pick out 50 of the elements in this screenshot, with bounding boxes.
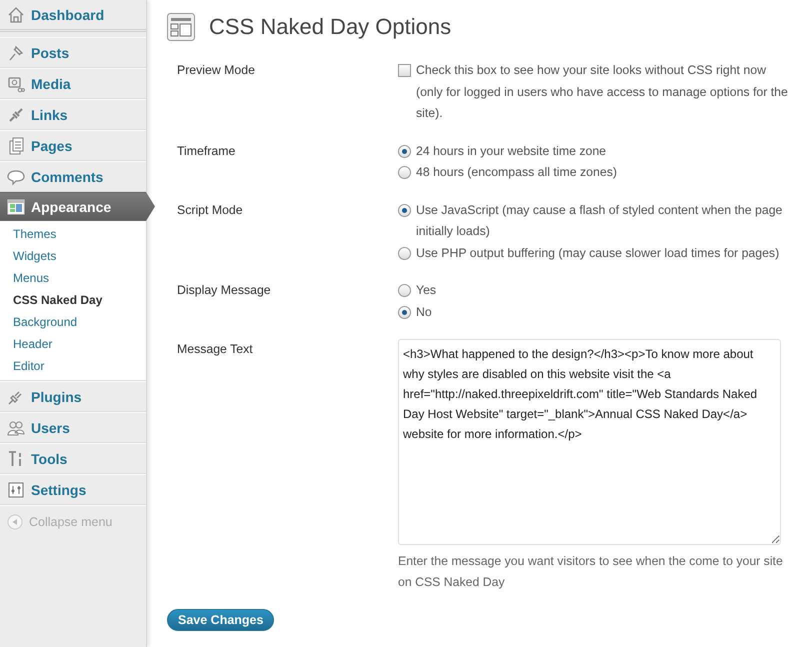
menu-item[interactable]: Settings <box>0 474 146 505</box>
checkbox[interactable] <box>398 64 411 77</box>
field-label: Timeframe <box>177 142 236 160</box>
submenu-item[interactable]: Themes <box>0 223 146 245</box>
layout-icon <box>7 198 25 216</box>
option-label: Use PHP output buffering (may cause slower load times for pages) <box>416 244 780 262</box>
option-label: Yes <box>416 282 436 299</box>
field-label: Script Mode <box>177 202 244 218</box>
radio-button[interactable] <box>398 166 411 179</box>
sliders-icon <box>7 480 25 498</box>
option-label: 24 hours in your website time zone <box>416 142 606 160</box>
submenu-item[interactable]: CSS Naked Day <box>0 289 146 311</box>
menu-item[interactable]: Appearance <box>0 192 155 221</box>
submenu-item[interactable]: Background <box>0 311 146 333</box>
message-textarea[interactable]: <h3>What happened to the design?</h3><p>To know more about why styles are disabled on this website visit the <a href="http://naked.threepixeldrift.com" title="Web Standards Naked Day Host Website" target="_blank">Annual CSS Naked Day</a> website for more information.</p> <box>398 339 781 545</box>
menu-item[interactable]: Pages <box>0 130 146 161</box>
people-icon <box>7 418 25 436</box>
menu-item[interactable]: Tools <box>0 443 146 474</box>
menu-item[interactable]: Links <box>0 99 146 130</box>
option-label: Check this box to see how your site looks without CSS right now (only for logged in users who have access to manage options for the site). <box>416 62 789 122</box>
field-description: Enter the message you want visitors to see when the come to your site on CSS Naked Day <box>398 553 784 591</box>
option-label: Use JavaScript (may cause a flash of styled content when the page initially loads) <box>416 202 784 240</box>
submenu-item[interactable]: Editor <box>0 355 146 377</box>
speech-bubble-icon <box>7 168 25 186</box>
menu-item[interactable]: Posts <box>0 37 146 68</box>
option-label: No <box>416 304 432 320</box>
field-label: Message Text <box>177 341 254 358</box>
menu-item[interactable]: Users <box>0 412 146 443</box>
radio-button[interactable] <box>398 246 411 260</box>
collapse-label: Collapse menu <box>29 515 112 529</box>
option-label: 48 hours (encompass all time zones) <box>416 164 617 181</box>
submenu-item[interactable]: Header <box>0 333 146 355</box>
radio-button[interactable] <box>398 144 411 158</box>
submenu-item[interactable]: Menus <box>0 267 146 289</box>
menu-item[interactable]: Dashboard <box>0 0 146 32</box>
field-label: Display Message <box>177 282 272 299</box>
radio-button[interactable] <box>398 204 411 216</box>
document-icon <box>7 136 25 154</box>
layout-icon <box>167 13 195 41</box>
camera-icon <box>7 74 25 92</box>
house-icon <box>7 6 25 24</box>
radio-button[interactable] <box>398 284 411 297</box>
menu-item[interactable]: Media <box>0 68 146 99</box>
menu-item[interactable]: Plugins <box>0 381 146 412</box>
pushpin-icon <box>7 44 25 62</box>
radio-button[interactable] <box>398 306 411 318</box>
submenu-item[interactable]: Widgets <box>0 245 146 267</box>
page-title: CSS Naked Day Options <box>209 14 452 40</box>
save-changes-button[interactable]: Save Changes <box>167 609 274 631</box>
field-label: Preview Mode <box>177 62 256 79</box>
